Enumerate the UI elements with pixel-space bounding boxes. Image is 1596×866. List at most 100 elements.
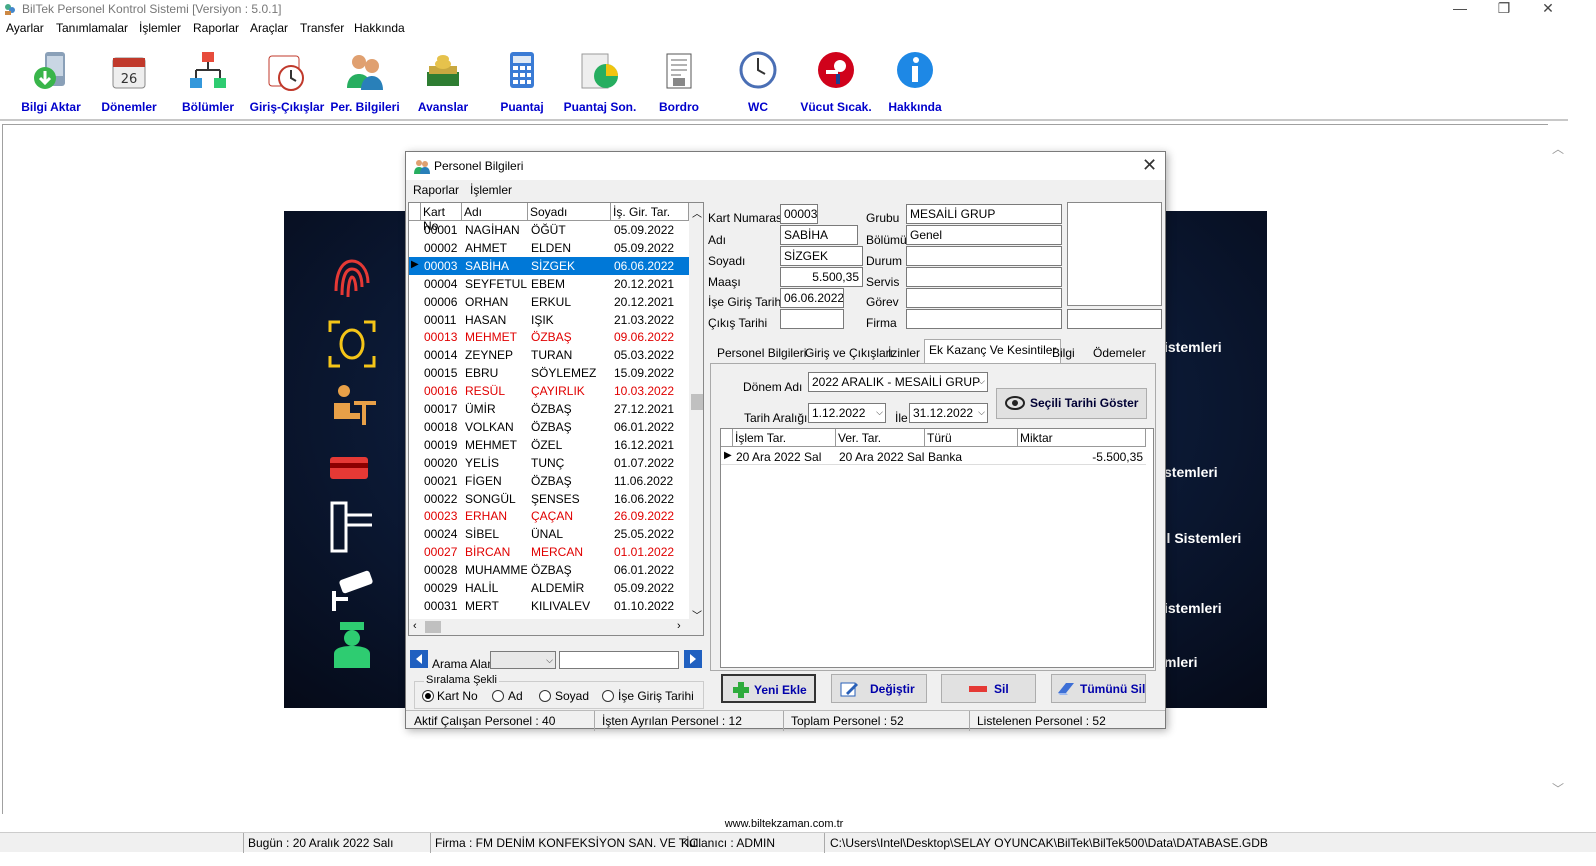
toolbar-bordro-button[interactable]: Bordro [640, 44, 718, 116]
menu-islemler[interactable]: İşlemler [139, 21, 181, 35]
grid-horizontal-scrollbar[interactable]: ‹ › [409, 619, 703, 635]
toolbar-per-bilgileri-button[interactable]: Per. Bilgileri [326, 44, 404, 116]
inner-header-ver-tar[interactable]: Ver. Tar. [836, 429, 925, 447]
menu-hakkinda[interactable]: Hakkında [354, 21, 405, 35]
website-link[interactable]: www.biltekzaman.com.tr [0, 818, 1568, 830]
table-row[interactable]: 00027 BİRCAN MERCAN 01.01.2022 [409, 543, 689, 561]
table-row[interactable]: 00011 HASAN IŞIK 21.03.2022 [409, 311, 689, 329]
tab-odemeler[interactable]: Ödemeler [1088, 342, 1151, 362]
toolbar-hakkinda-button[interactable]: Hakkında [876, 44, 954, 116]
firma-field[interactable] [906, 309, 1062, 329]
table-row[interactable]: 00020 YELİS TUNÇ 01.07.2022 [409, 454, 689, 472]
table-row[interactable]: 00001 NAGİHAN ÖĞÜT 05.09.2022 [409, 221, 689, 239]
donem-select[interactable]: 2022 ARALIK - MESAİLİ GRUP ⌵ [808, 372, 988, 392]
next-record-button[interactable] [684, 650, 702, 668]
grid-vertical-scrollbar[interactable]: ︿ ﹀ [689, 203, 703, 622]
servis-field[interactable] [906, 267, 1062, 287]
grid-cell-no: 00031 [424, 598, 458, 613]
bolumu-field[interactable]: Genel [906, 225, 1062, 245]
tab-izinler[interactable]: İzinler [883, 342, 925, 362]
table-row[interactable]: 00028 MUHAMMET ÖZBAŞ 06.01.2022 [409, 561, 689, 579]
toolbar-bolumler-button[interactable]: Bölümler [169, 44, 247, 116]
table-row[interactable]: 00014 ZEYNEP TURAN 05.03.2022 [409, 346, 689, 364]
toolbar-avanslar-button[interactable]: Avanslar [404, 44, 482, 116]
menu-tanimlamalar[interactable]: Tanımlamalar [56, 21, 128, 35]
maas-field[interactable]: 5.500,35 [780, 267, 863, 287]
dialog-menu-islemler[interactable]: İşlemler [470, 183, 512, 197]
sort-radio-kart-no[interactable] [422, 690, 434, 702]
search-input[interactable] [559, 651, 679, 669]
table-row[interactable]: 00002 AHMET ELDEN 05.09.2022 [409, 239, 689, 257]
adi-field[interactable]: SABİHA [780, 225, 858, 245]
table-row[interactable]: 00019 MEHMET ÖZEL 16.12.2021 [409, 436, 689, 454]
minimize-button[interactable]: — [1438, 0, 1482, 18]
tab-bilgi[interactable]: Bilgi [1047, 342, 1080, 362]
menu-raporlar[interactable]: Raporlar [193, 21, 239, 35]
inner-header-miktar[interactable]: Miktar [1018, 429, 1146, 447]
table-row[interactable]: 00031 MERT KILIVALEV 01.10.2022 [409, 597, 689, 615]
dialog-menu-raporlar[interactable]: Raporlar [413, 183, 459, 197]
toolbar-puantaj-button[interactable]: Puantaj [483, 44, 561, 116]
kart-no-field[interactable]: 00003 [780, 204, 818, 224]
table-row[interactable]: 00006 ORHAN ERKUL 20.12.2021 [409, 293, 689, 311]
photo-box[interactable] [1067, 202, 1162, 306]
menu-araclar[interactable]: Araçlar [250, 21, 288, 35]
close-button[interactable]: ✕ [1526, 0, 1570, 18]
tarih-bitis-picker[interactable]: 31.12.2022 ⌵ [909, 403, 988, 423]
restore-button[interactable]: ❐ [1482, 0, 1526, 18]
sil-button[interactable]: Sil [941, 674, 1036, 703]
grid-header-is-gir-tar[interactable]: İş. Gir. Tar. [611, 203, 689, 221]
table-row[interactable]: 00016 RESÜL ÇAYIRLIK 10.03.2022 [409, 382, 689, 400]
table-row[interactable]: ▶ 00003 SABİHA SİZGEK 06.06.2022 [409, 256, 689, 275]
inner-header-islem-tar[interactable]: İşlem Tar. [733, 429, 836, 447]
show-dates-button[interactable]: Seçili Tarihi Göster [996, 388, 1147, 419]
menu-transfer[interactable]: Transfer [300, 21, 344, 35]
toolbar-donemler-button[interactable]: 26 Dönemler [90, 44, 168, 116]
toolbar-wc-button[interactable]: WC [719, 44, 797, 116]
grid-header-adi[interactable]: Adı [462, 203, 528, 221]
tab-ek-kazanc-ve-kesintiler[interactable]: Ek Kazanç Ve Kesintiler [924, 339, 1062, 363]
table-row[interactable]: 00024 SİBEL ÜNAL 25.05.2022 [409, 525, 689, 543]
inner-table-row[interactable]: ▶ 20 Ara 2022 Sal 20 Ara 2022 Sal Banka … [721, 447, 1146, 465]
inner-header-turu[interactable]: Türü [925, 429, 1018, 447]
tab-personel-bilgileri[interactable]: Personel Bilgileri [712, 342, 811, 362]
ek-kazanc-grid[interactable]: İşlem Tar. Ver. Tar. Türü Miktar ▶ 20 Ar… [720, 428, 1154, 668]
toolbar-puantaj-son-button[interactable]: Puantaj Son. [561, 44, 639, 116]
toolbar-giris-cikislar-button[interactable]: Giriş-Çıkışlar [248, 44, 326, 116]
table-row[interactable]: 00015 EBRU SÖYLEMEZ 15.09.2022 [409, 364, 689, 382]
table-row[interactable]: 00022 SONGÜL ŞENSES 16.06.2022 [409, 490, 689, 508]
personnel-grid[interactable]: Kart No Adı Soyadı İş. Gir. Tar. 00001 NA… [408, 202, 704, 636]
table-row[interactable]: 00021 FİGEN ÖZBAŞ 11.06.2022 [409, 472, 689, 490]
yeni-ekle-button[interactable]: Yeni Ekle [721, 674, 816, 703]
grid-header-kart-no[interactable]: Kart No [421, 203, 462, 233]
grid-cell-soyad: ÖZEL [531, 437, 563, 452]
photo-path-field[interactable] [1067, 309, 1162, 329]
sort-radio-ise-giris[interactable] [602, 690, 614, 702]
prev-record-button[interactable] [410, 650, 428, 668]
ise-giris-field[interactable]: 06.06.2022 [780, 288, 844, 308]
sort-radio-ad[interactable] [492, 690, 504, 702]
toolbar-bilgi-aktar-button[interactable]: Bilgi Aktar [12, 44, 90, 116]
table-row[interactable]: 00017 ÜMİR ÖZBAŞ 27.12.2021 [409, 400, 689, 418]
grid-cell-ad: SONGÜL [465, 491, 516, 506]
soyadi-field[interactable]: SİZGEK [780, 246, 863, 266]
grubu-field[interactable]: MESAİLİ GRUP [906, 204, 1062, 224]
gorev-field[interactable] [906, 288, 1062, 308]
cikis-field[interactable] [780, 309, 844, 329]
durum-field[interactable] [906, 246, 1062, 266]
table-row[interactable]: 00004 SEYFETULLAH EBEM 20.12.2021 [409, 275, 689, 293]
table-row[interactable]: 00018 VOLKAN ÖZBAŞ 06.01.2022 [409, 418, 689, 436]
dialog-close-button[interactable]: ✕ [1142, 155, 1157, 176]
sort-radio-soyad[interactable] [539, 690, 551, 702]
menu-ayarlar[interactable]: Ayarlar [6, 21, 44, 35]
toolbar-vucut-sicak-button[interactable]: Vücut Sıcak. [797, 44, 875, 116]
workspace-scrollbar[interactable]: ︿ ﹀ [1548, 124, 1568, 814]
search-field-select[interactable]: ⌵ [490, 651, 556, 669]
tarih-baslangic-picker[interactable]: 1.12.2022 ⌵ [808, 403, 886, 423]
table-row[interactable]: 00029 HALİL ALDEMİR 05.09.2022 [409, 579, 689, 597]
tumunu-sil-button[interactable]: Tümünü Sil [1051, 674, 1146, 703]
grid-header-soyadi[interactable]: Soyadı [528, 203, 611, 221]
table-row[interactable]: 00013 MEHMET ÖZBAŞ 09.06.2022 [409, 328, 689, 346]
degistir-button[interactable]: Değiştir [831, 674, 927, 703]
table-row[interactable]: 00023 ERHAN ÇAÇAN 26.09.2022 [409, 507, 689, 525]
